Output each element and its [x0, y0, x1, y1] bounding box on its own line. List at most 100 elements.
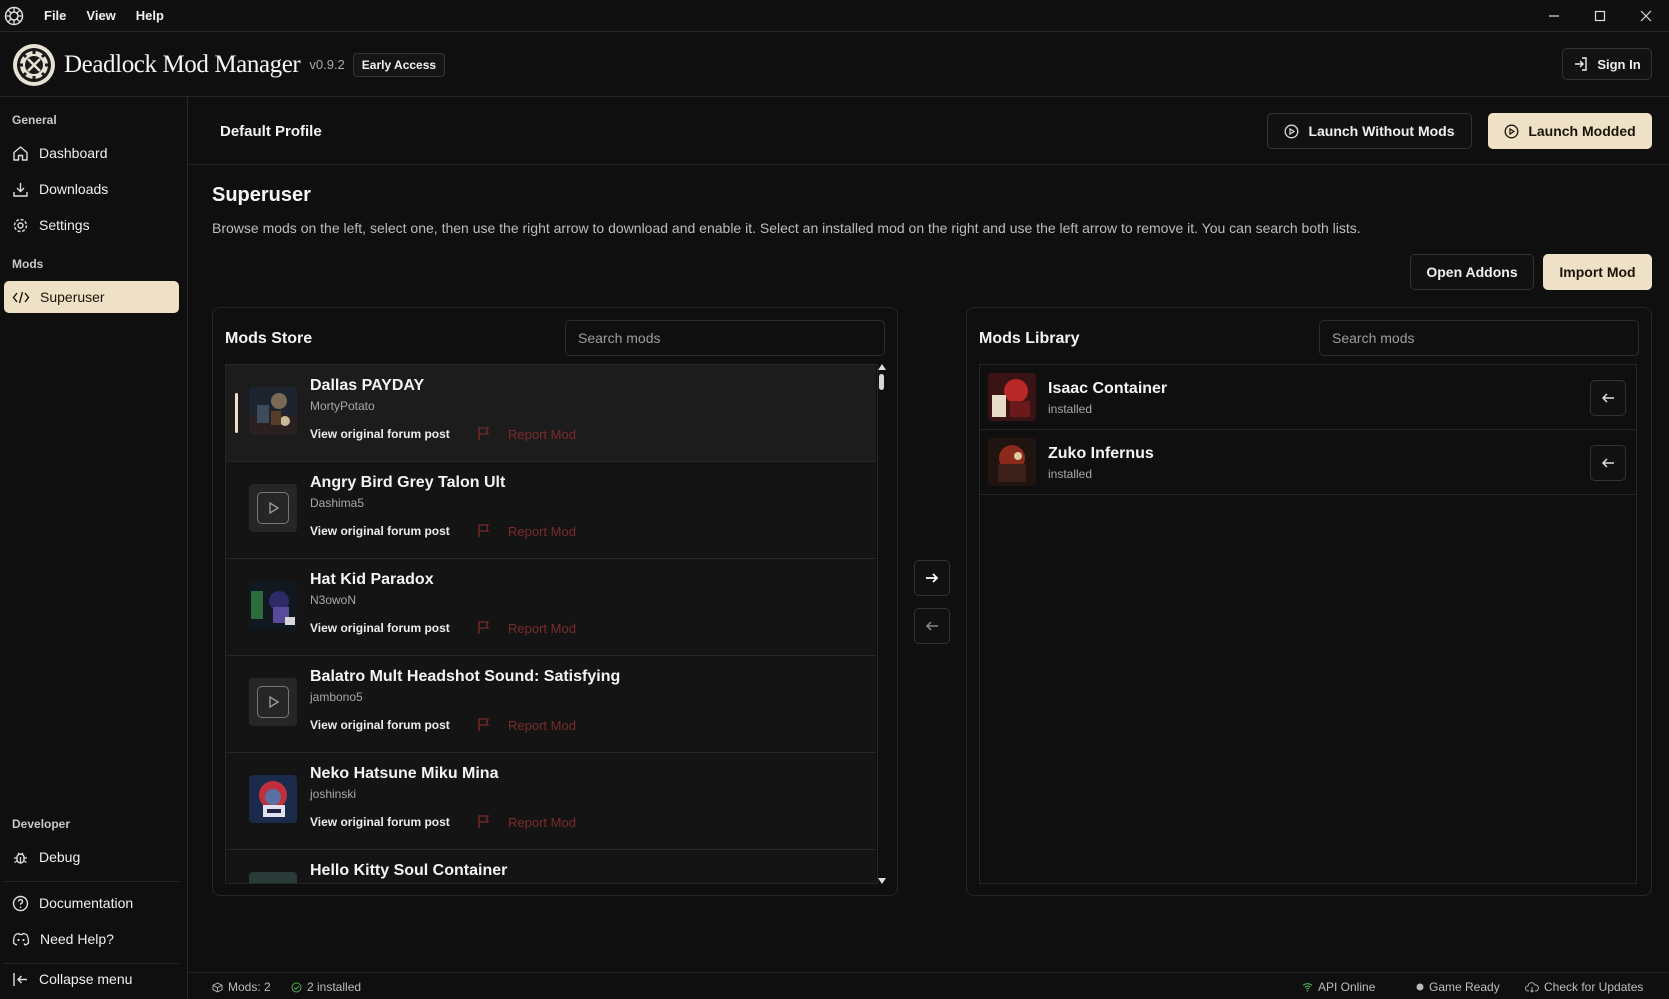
help-circle-icon: [12, 895, 29, 911]
mod-status: installed: [1048, 467, 1093, 481]
flag-icon: [478, 427, 490, 440]
mod-name: Angry Bird Grey Talon Ult: [310, 474, 506, 491]
sign-in-label: Sign In: [1597, 56, 1641, 72]
launch-without-mods-label: Launch Without Mods: [1308, 123, 1455, 139]
store-mod-row[interactable]: Hat Kid Paradox N3owoN View original for…: [226, 559, 876, 656]
gear-icon: [13, 218, 28, 232]
store-mod-row[interactable]: Angry Bird Grey Talon Ult Dashima5 View …: [226, 462, 876, 559]
report-mod-link[interactable]: Report Mod: [508, 621, 576, 636]
flag-icon: [478, 621, 490, 634]
open-addons-button[interactable]: Open Addons: [1410, 254, 1534, 290]
api-status-label: API Online: [1318, 980, 1376, 994]
store-search-input[interactable]: [565, 320, 885, 356]
mod-thumbnail: [249, 872, 297, 883]
library-search-input[interactable]: [1319, 320, 1639, 356]
arrow-left-icon: [925, 621, 938, 631]
selection-indicator: [235, 393, 238, 433]
store-mod-row[interactable]: Hello Kitty Soul Container: [226, 850, 876, 883]
scrollbar-thumb[interactable]: [879, 374, 884, 390]
report-mod-link[interactable]: Report Mod: [508, 815, 576, 830]
sign-in-button[interactable]: Sign In: [1562, 48, 1652, 80]
mod-thumbnail: [249, 387, 297, 435]
close-button[interactable]: [1623, 0, 1669, 32]
mod-status: installed: [1048, 402, 1093, 416]
arrow-left-icon: [1601, 458, 1614, 468]
minimize-button[interactable]: [1531, 0, 1577, 32]
forum-post-link[interactable]: View original forum post: [310, 427, 450, 441]
forum-post-link[interactable]: View original forum post: [310, 524, 450, 538]
flag-icon: [478, 718, 490, 731]
app-title: Deadlock Mod Manager: [64, 50, 301, 78]
play-icon: [269, 501, 280, 515]
sidebar-item-dashboard[interactable]: Dashboard: [4, 137, 179, 169]
sidebar-item-settings[interactable]: Settings: [4, 209, 179, 241]
sidebar-item-label: Collapse menu: [39, 971, 133, 987]
sidebar-item-documentation[interactable]: Documentation: [4, 887, 179, 919]
collapse-menu-button[interactable]: Collapse menu: [4, 963, 179, 995]
bug-icon: [14, 852, 27, 864]
play-circle-icon: [1504, 124, 1519, 138]
code-icon: [12, 291, 30, 303]
status-dot-icon: [1416, 983, 1424, 991]
sidebar-item-label: Debug: [39, 849, 81, 865]
menu-view[interactable]: View: [76, 8, 125, 23]
mod-name: Balatro Mult Headshot Sound: Satisfying: [310, 668, 621, 685]
store-mod-row[interactable]: Dallas PAYDAY MortyPotato View original …: [226, 365, 876, 462]
remove-mod-button[interactable]: [914, 608, 950, 644]
launch-without-mods-button[interactable]: Launch Without Mods: [1267, 113, 1472, 149]
import-mod-button[interactable]: Import Mod: [1543, 254, 1652, 290]
mod-author: N3owoN: [310, 593, 357, 607]
flag-icon: [478, 524, 490, 537]
discord-icon: [12, 932, 30, 946]
store-scrollbar[interactable]: [876, 364, 888, 884]
scroll-down-icon: [878, 878, 886, 884]
sidebar-section-mods: Mods: [12, 257, 44, 271]
installed-status: 2 installed: [291, 980, 361, 994]
mods-store-title: Mods Store: [225, 330, 313, 347]
mod-thumbnail: [988, 373, 1036, 421]
report-mod-link[interactable]: Report Mod: [508, 427, 576, 442]
store-mod-row[interactable]: Neko Hatsune Miku Mina joshinski View or…: [226, 753, 876, 850]
profile-name[interactable]: Default Profile: [220, 123, 322, 140]
title-bar: File View Help: [0, 0, 1669, 32]
mod-name: Isaac Container: [1048, 380, 1168, 397]
audio-mod-thumbnail: [249, 678, 297, 726]
sidebar-item-superuser[interactable]: Superuser: [4, 281, 179, 313]
forum-post-link[interactable]: View original forum post: [310, 815, 450, 829]
collapse-icon: [13, 972, 27, 986]
sidebar-item-label: Need Help?: [40, 931, 114, 947]
sidebar-item-downloads[interactable]: Downloads: [4, 173, 179, 205]
mod-name: Neko Hatsune Miku Mina: [310, 765, 499, 782]
sidebar-item-label: Dashboard: [39, 145, 108, 161]
installed-count-label: 2 installed: [307, 980, 362, 994]
download-enable-button[interactable]: [914, 560, 950, 596]
api-status: API Online: [1302, 980, 1375, 994]
report-mod-link[interactable]: Report Mod: [508, 718, 576, 733]
library-mod-row[interactable]: Zuko Infernus installed: [980, 430, 1636, 495]
store-mod-row[interactable]: Balatro Mult Headshot Sound: Satisfying …: [226, 656, 876, 753]
app-header: Deadlock Mod Manager v0.9.2 Early Access…: [0, 33, 1669, 97]
forum-post-link[interactable]: View original forum post: [310, 621, 450, 635]
import-mod-label: Import Mod: [1559, 264, 1636, 280]
sidebar-item-need-help[interactable]: Need Help?: [4, 923, 179, 955]
game-status-label: Game Ready: [1429, 980, 1500, 994]
sidebar-item-debug[interactable]: Debug: [4, 841, 179, 873]
report-mod-link[interactable]: Report Mod: [508, 524, 576, 539]
arrow-left-icon: [1601, 393, 1614, 403]
sidebar-section-developer: Developer: [12, 817, 71, 831]
remove-mod-button[interactable]: [1590, 445, 1626, 481]
mod-author: Dashima5: [310, 496, 365, 510]
mod-name: Hat Kid Paradox: [310, 571, 434, 588]
launch-modded-button[interactable]: Launch Modded: [1488, 113, 1652, 149]
menu-file[interactable]: File: [34, 8, 76, 23]
sidebar-item-label: Documentation: [39, 895, 134, 911]
mod-name: Hello Kitty Soul Container: [310, 862, 508, 879]
remove-mod-button[interactable]: [1590, 380, 1626, 416]
maximize-button[interactable]: [1577, 0, 1623, 32]
menu-help[interactable]: Help: [126, 8, 174, 23]
forum-post-link[interactable]: View original forum post: [310, 718, 450, 732]
library-mod-row[interactable]: Isaac Container installed: [980, 365, 1636, 430]
sidebar-divider: [4, 881, 179, 882]
check-updates-button[interactable]: Check for Updates: [1525, 980, 1643, 994]
close-icon: [1640, 10, 1652, 22]
